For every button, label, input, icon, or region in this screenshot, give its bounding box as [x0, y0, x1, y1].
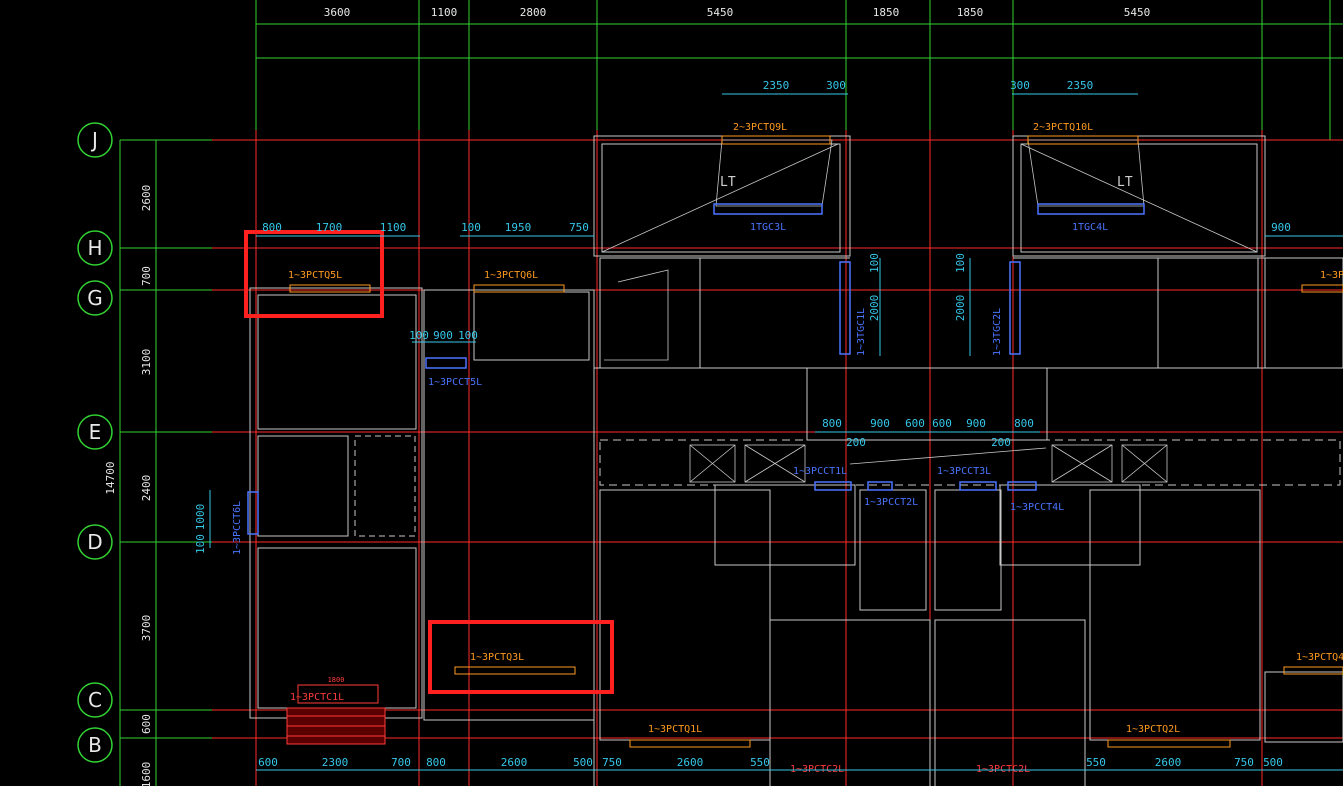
window-label: 1~3PCTQ3L: [470, 652, 524, 663]
bottom-dim: 2600: [677, 756, 704, 769]
top-dim: 5450: [707, 6, 734, 19]
left-dim: 2600: [140, 185, 153, 212]
window-label: 1~3PC: [1320, 270, 1343, 281]
dim-text: 800: [1014, 417, 1034, 430]
window-label: 1~3PCCT3L: [937, 466, 991, 477]
window-label: 1~3PCCT6L: [232, 501, 243, 555]
window-label: 1~3PCTQ6L: [484, 270, 538, 281]
dim-text: 800: [822, 417, 842, 430]
dim-text: 600: [932, 417, 952, 430]
dim-text: 1950: [505, 221, 532, 234]
dim-text: 2350: [1067, 79, 1094, 92]
top-dim: 1850: [873, 6, 900, 19]
bottom-dim: 750: [1234, 756, 1254, 769]
dim-text: 900: [870, 417, 890, 430]
dim-text: 1000: [194, 504, 207, 531]
window-label: 1~3PCCT1L: [793, 466, 847, 477]
window-label: 1~3PCTQ4: [1296, 652, 1343, 663]
window-label: 1~3PCTQ1L: [648, 724, 702, 735]
component-labels: 2~3PCTQ9L 2~3PCTQ10L 1~3PCTQ5L 1~3PCTQ6L…: [232, 122, 1343, 775]
axis-labels: J H G E D C B: [87, 128, 103, 757]
dim-text: 600: [905, 417, 925, 430]
walls: [249, 135, 1343, 786]
bottom-dim: 500: [573, 756, 593, 769]
window-label: 1~3PCCT5L: [428, 377, 482, 388]
dim-text: 2000: [868, 295, 881, 322]
dim-text: 1100: [380, 221, 407, 234]
bottom-dim: 2600: [501, 756, 528, 769]
axis-label-b: B: [88, 733, 102, 757]
stair-label: LT: [720, 175, 736, 190]
window-label: 1~3PCTQ2L: [1126, 724, 1180, 735]
cad-drawing-canvas[interactable]: J H G E D C B 3600 1100 2800 5450 1850 1…: [0, 0, 1343, 786]
dim-text: 2000: [954, 295, 967, 322]
window-label: 1~3PCCT2L: [864, 497, 918, 508]
bottom-dim: 550: [1086, 756, 1106, 769]
window-label: 1~3PCTQ5L: [288, 270, 342, 281]
bottom-dim: 550: [750, 756, 770, 769]
axis-label-h: H: [87, 236, 102, 260]
window-label: 1~3PCCT4L: [1010, 502, 1064, 513]
dim-text: 100: [954, 253, 967, 273]
left-dim: 700: [140, 266, 153, 286]
inner-dimensions: 2350 300 300 2350 800 1700 1100 100 1950…: [194, 79, 1291, 684]
window-label: 1~3PCTC1L: [290, 692, 344, 703]
window-label: 1~3TGC1L: [856, 308, 867, 356]
bottom-dim: 2600: [1155, 756, 1182, 769]
top-dim: 1850: [957, 6, 984, 19]
bottom-dim: 500: [1263, 756, 1283, 769]
dim-text: 300: [1010, 79, 1030, 92]
dim-text: 900: [966, 417, 986, 430]
axis-label-j: J: [90, 128, 98, 152]
top-dim: 1100: [431, 6, 458, 19]
dim-text: 750: [569, 221, 589, 234]
left-dim: 600: [140, 714, 153, 734]
bottom-dim: 700: [391, 756, 411, 769]
axis-label-d: D: [87, 530, 102, 554]
window-label: 2~3PCTQ10L: [1033, 122, 1093, 133]
axis-label-c: C: [88, 688, 102, 712]
dim-text: 100: [461, 221, 481, 234]
dim-text: 100: [458, 329, 478, 342]
window-label: 2~3PCTQ9L: [733, 122, 787, 133]
axis-label-g: G: [87, 286, 103, 310]
dim-text: 800: [262, 221, 282, 234]
window-label: 1TGC4L: [1072, 222, 1108, 233]
top-dim: 2800: [520, 6, 547, 19]
bottom-dim: 800: [426, 756, 446, 769]
dim-text: 300: [826, 79, 846, 92]
dim-text: 1700: [316, 221, 343, 234]
stair-label: LT: [1117, 175, 1133, 190]
dim-text: 900: [433, 329, 453, 342]
left-dim: 3700: [140, 615, 153, 642]
floor-plan-drawing[interactable]: J H G E D C B 3600 1100 2800 5450 1850 1…: [0, 0, 1343, 786]
left-dim: 2400: [140, 475, 153, 502]
window-label: 1~3TGC2L: [992, 308, 1003, 356]
top-dimensions: 3600 1100 2800 5450 1850 1850 5450: [324, 6, 1151, 19]
axis-label-e: E: [89, 420, 102, 444]
dim-text: 200: [991, 436, 1011, 449]
dim-text: 200: [846, 436, 866, 449]
grid-dimension-lines: [119, 0, 1343, 786]
left-total-dim: 14700: [104, 461, 117, 494]
left-dim: 1600: [140, 762, 153, 786]
dim-text: 100: [409, 329, 429, 342]
left-dim: 3100: [140, 349, 153, 376]
dim-text: 100: [194, 534, 207, 554]
dim-text: 1800: [328, 676, 345, 684]
highlight-boxes: [244, 230, 614, 694]
dim-text: 2350: [763, 79, 790, 92]
top-dim: 3600: [324, 6, 351, 19]
orange-window-bars: [289, 135, 1343, 748]
window-label: 1TGC3L: [750, 222, 786, 233]
dim-text: 100: [868, 253, 881, 273]
dim-text: 900: [1271, 221, 1291, 234]
bottom-dim: 750: [602, 756, 622, 769]
bottom-dim: 2300: [322, 756, 349, 769]
bottom-dim: 600: [258, 756, 278, 769]
top-dim: 5450: [1124, 6, 1151, 19]
